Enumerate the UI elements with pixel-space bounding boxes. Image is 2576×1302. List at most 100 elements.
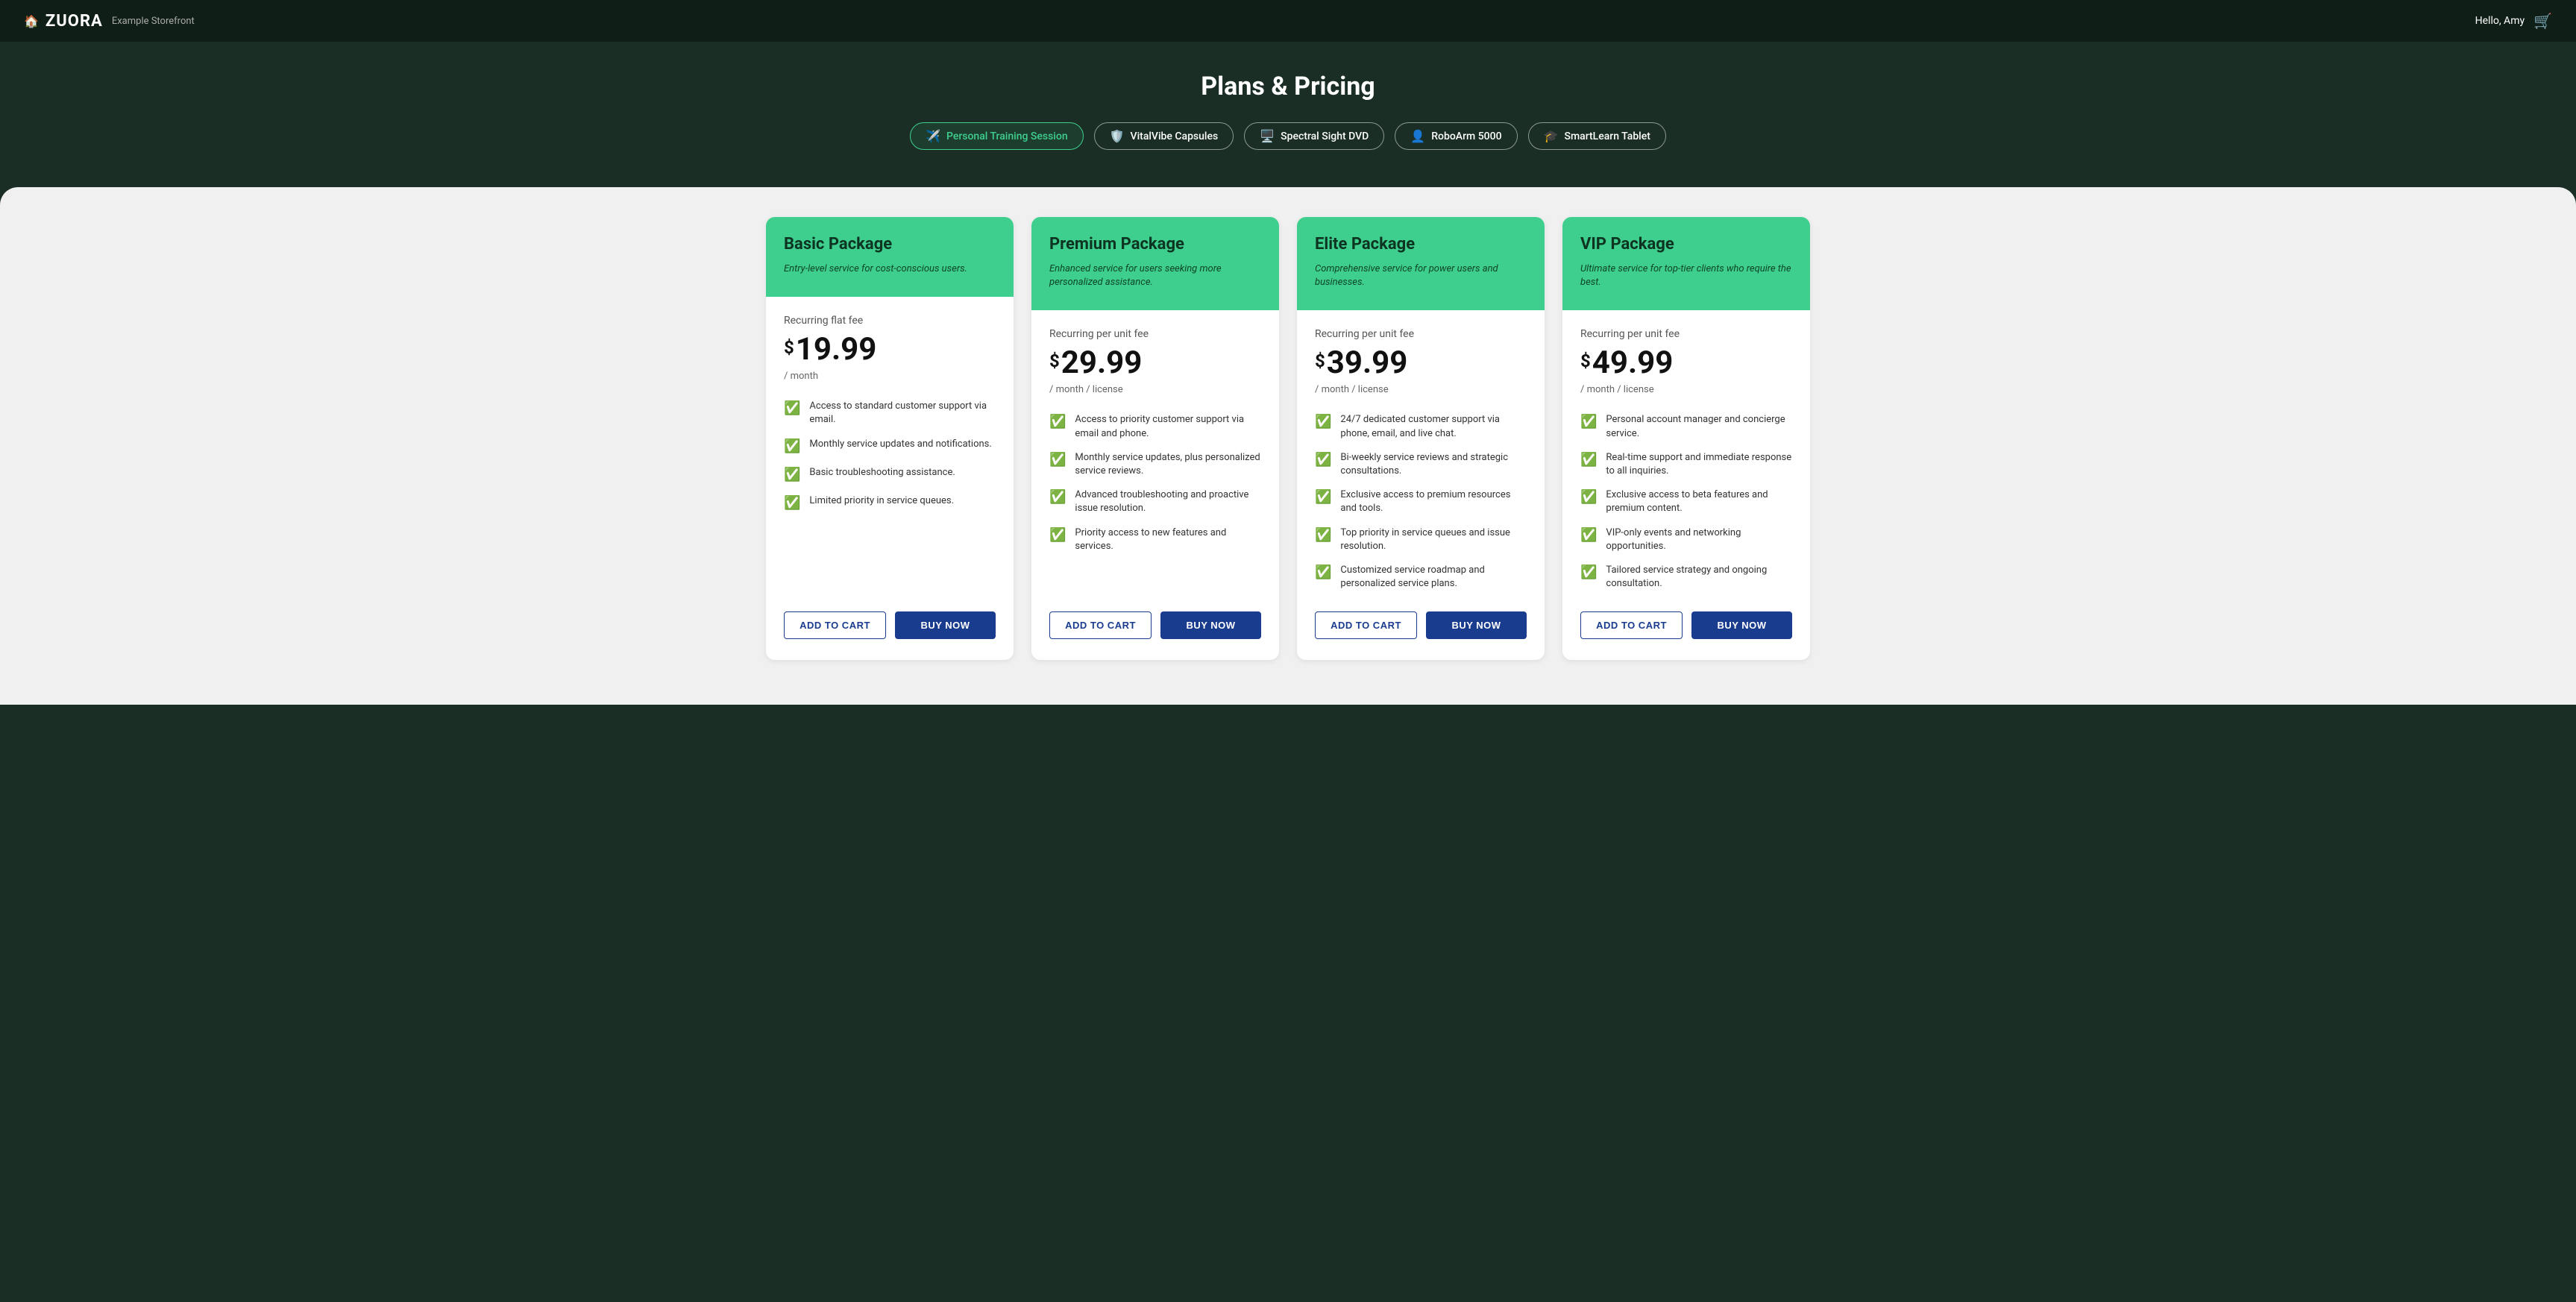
page-title: Plans & Pricing: [15, 72, 2561, 101]
feature-item: ✅ Tailored service strategy and ongoing …: [1580, 564, 1792, 591]
pricing-value-premium: 29.99: [1061, 345, 1143, 381]
feature-text: Tailored service strategy and ongoing co…: [1606, 564, 1792, 591]
check-icon: ✅: [1049, 488, 1066, 506]
feature-text: Personal account manager and concierge s…: [1606, 413, 1792, 440]
card-header-basic: Basic Package Entry-level service for co…: [766, 217, 1014, 297]
pricing-label-elite: Recurring per unit fee: [1315, 328, 1527, 340]
tab-spectral-sight[interactable]: 🖥️ Spectral Sight DVD: [1244, 122, 1384, 150]
card-body-elite: Recurring per unit fee $ 39.99 / month /…: [1297, 310, 1545, 660]
features-list-basic: ✅ Access to standard customer support vi…: [784, 400, 996, 591]
buy-now-button-premium[interactable]: BUY NOW: [1160, 611, 1261, 639]
feature-item: ✅ Bi-weekly service reviews and strategi…: [1315, 451, 1527, 478]
tab-vitalvibe-icon: 🛡️: [1110, 129, 1125, 143]
pricing-value-vip: 49.99: [1592, 345, 1674, 381]
card-header-vip: VIP Package Ultimate service for top-tie…: [1562, 217, 1810, 310]
check-icon: ✅: [1580, 526, 1597, 544]
feature-item: ✅ Monthly service updates, plus personal…: [1049, 451, 1261, 478]
pricing-period-basic: / month: [784, 371, 996, 382]
tab-roboarm-icon: 👤: [1410, 129, 1425, 143]
hero-section: Plans & Pricing ✈️ Personal Training Ses…: [0, 42, 2576, 180]
tab-smartlearn-label: SmartLearn Tablet: [1564, 130, 1650, 142]
card-body-vip: Recurring per unit fee $ 49.99 / month /…: [1562, 310, 1810, 660]
card-title-elite: Elite Package: [1315, 235, 1527, 254]
check-icon: ✅: [784, 465, 800, 484]
pricing-period-elite: / month / license: [1315, 384, 1527, 395]
card-header-elite: Elite Package Comprehensive service for …: [1297, 217, 1545, 310]
tab-vitalvibe-label: VitalVibe Capsules: [1131, 130, 1219, 142]
feature-text: Access to priority customer support via …: [1075, 413, 1261, 440]
card-body-premium: Recurring per unit fee $ 29.99 / month /…: [1031, 310, 1279, 660]
card-desc-basic: Entry-level service for cost-conscious u…: [784, 262, 996, 276]
pricing-label-basic: Recurring flat fee: [784, 315, 996, 327]
feature-text: Exclusive access to beta features and pr…: [1606, 488, 1792, 515]
pricing-grid: Basic Package Entry-level service for co…: [766, 217, 1810, 660]
card-title-vip: VIP Package: [1580, 235, 1792, 254]
check-icon: ✅: [1580, 412, 1597, 431]
buy-now-button-vip[interactable]: BUY NOW: [1691, 611, 1792, 639]
add-to-cart-button-elite[interactable]: ADD TO CART: [1315, 611, 1417, 639]
check-icon: ✅: [1049, 450, 1066, 469]
pricing-amount-vip: $ 49.99: [1580, 345, 1792, 381]
card-body-basic: Recurring flat fee $ 19.99 / month ✅ Acc…: [766, 297, 1014, 660]
check-icon: ✅: [1049, 412, 1066, 431]
pricing-card-basic: Basic Package Entry-level service for co…: [766, 217, 1014, 660]
tab-roboarm[interactable]: 👤 RoboArm 5000: [1395, 122, 1517, 150]
card-desc-vip: Ultimate service for top-tier clients wh…: [1580, 262, 1792, 289]
feature-item: ✅ Access to priority customer support vi…: [1049, 413, 1261, 440]
card-title-premium: Premium Package: [1049, 235, 1261, 254]
add-to-cart-button-vip[interactable]: ADD TO CART: [1580, 611, 1683, 639]
card-actions-premium: ADD TO CART BUY NOW: [1049, 611, 1261, 645]
product-tabs: ✈️ Personal Training Session 🛡️ VitalVib…: [15, 122, 2561, 157]
check-icon: ✅: [1315, 526, 1331, 544]
feature-text: Customized service roadmap and personali…: [1340, 564, 1527, 591]
features-list-vip: ✅ Personal account manager and concierge…: [1580, 413, 1792, 591]
feature-text: Bi-weekly service reviews and strategic …: [1340, 451, 1527, 478]
pricing-dollar-vip: $: [1580, 350, 1591, 371]
tab-personal-training-label: Personal Training Session: [946, 130, 1068, 142]
pricing-card-vip: VIP Package Ultimate service for top-tie…: [1562, 217, 1810, 660]
pricing-label-vip: Recurring per unit fee: [1580, 328, 1792, 340]
features-list-premium: ✅ Access to priority customer support vi…: [1049, 413, 1261, 591]
feature-text: Basic troubleshooting assistance.: [809, 466, 955, 479]
feature-text: Priority access to new features and serv…: [1075, 526, 1261, 553]
buy-now-button-basic[interactable]: BUY NOW: [895, 611, 996, 639]
feature-text: Advanced troubleshooting and proactive i…: [1075, 488, 1261, 515]
feature-text: Access to standard customer support via …: [809, 400, 996, 427]
feature-text: Exclusive access to premium resources an…: [1340, 488, 1527, 515]
feature-text: Limited priority in service queues.: [809, 494, 954, 508]
feature-text: Top priority in service queues and issue…: [1340, 526, 1527, 553]
feature-item: ✅ 24/7 dedicated customer support via ph…: [1315, 413, 1527, 440]
tab-vitalvibe[interactable]: 🛡️ VitalVibe Capsules: [1094, 122, 1234, 150]
navbar-right: Hello, Amy 🛒: [2475, 12, 2552, 30]
feature-item: ✅ Personal account manager and concierge…: [1580, 413, 1792, 440]
home-icon: 🏠: [24, 14, 40, 28]
tab-personal-training[interactable]: ✈️ Personal Training Session: [910, 122, 1084, 150]
greeting-text: Hello, Amy: [2475, 15, 2525, 27]
card-actions-basic: ADD TO CART BUY NOW: [784, 611, 996, 645]
card-desc-elite: Comprehensive service for power users an…: [1315, 262, 1527, 289]
pricing-value-basic: 19.99: [796, 331, 877, 368]
add-to-cart-button-basic[interactable]: ADD TO CART: [784, 611, 886, 639]
cart-icon[interactable]: 🛒: [2533, 12, 2552, 30]
feature-text: 24/7 dedicated customer support via phon…: [1340, 413, 1527, 440]
feature-item: ✅ Limited priority in service queues.: [784, 494, 996, 512]
features-list-elite: ✅ 24/7 dedicated customer support via ph…: [1315, 413, 1527, 591]
tab-smartlearn[interactable]: 🎓 SmartLearn Tablet: [1528, 122, 1666, 150]
tab-spectral-sight-icon: 🖥️: [1260, 129, 1275, 143]
feature-text: Real-time support and immediate response…: [1606, 451, 1792, 478]
feature-item: ✅ Customized service roadmap and persona…: [1315, 564, 1527, 591]
navbar-logo: 🏠 ZUORA: [24, 12, 103, 31]
check-icon: ✅: [784, 437, 800, 456]
brand-name: ZUORA: [45, 12, 103, 31]
feature-item: ✅ Access to standard customer support vi…: [784, 400, 996, 427]
tab-roboarm-label: RoboArm 5000: [1431, 130, 1501, 142]
pricing-dollar-premium: $: [1049, 350, 1060, 371]
add-to-cart-button-premium[interactable]: ADD TO CART: [1049, 611, 1152, 639]
buy-now-button-elite[interactable]: BUY NOW: [1426, 611, 1527, 639]
check-icon: ✅: [1315, 412, 1331, 431]
pricing-amount-basic: $ 19.99: [784, 331, 996, 368]
feature-item: ✅ Advanced troubleshooting and proactive…: [1049, 488, 1261, 515]
main-content: Basic Package Entry-level service for co…: [0, 187, 2576, 705]
feature-item: ✅ Monthly service updates and notificati…: [784, 438, 996, 456]
pricing-dollar-elite: $: [1315, 350, 1325, 371]
